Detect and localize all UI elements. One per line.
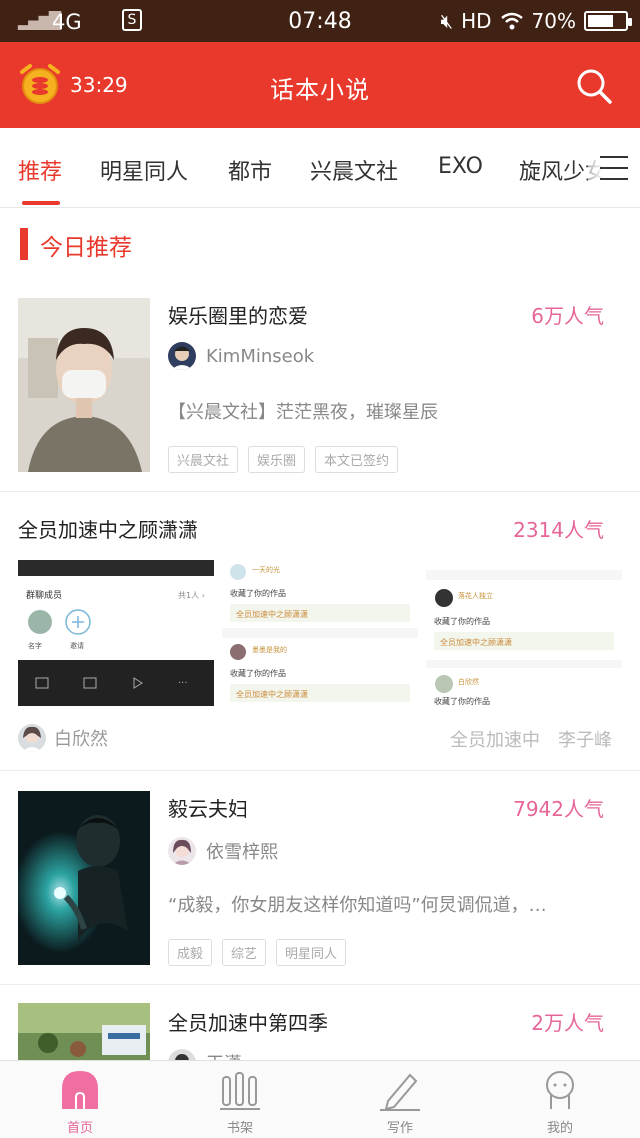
avatar[interactable] <box>168 342 196 370</box>
battery-percent: 70% <box>531 9 576 33</box>
svg-text:名字: 名字 <box>28 641 42 650</box>
battery-icon <box>584 11 632 31</box>
story-meta: 白欣然 全员加速中 李子峰 <box>18 724 622 754</box>
story-author[interactable]: KimMinseok <box>168 342 314 370</box>
story-author[interactable]: 依雪梓熙 <box>168 837 278 865</box>
svg-text:落花人独立: 落花人独立 <box>458 591 493 600</box>
svg-text:收藏了你的作品: 收藏了你的作品 <box>230 668 286 678</box>
status-right: 🔇︎ HD 70% <box>440 9 632 33</box>
story-cover[interactable] <box>18 1003 150 1060</box>
app-title: 话本小说 <box>270 76 370 104</box>
nav-label: 书架 <box>226 1121 253 1136</box>
svg-text:墨墨是我的: 墨墨是我的 <box>252 645 287 654</box>
svg-text:收藏了你的作品: 收藏了你的作品 <box>434 616 490 626</box>
story-cover[interactable] <box>18 791 150 965</box>
svg-text:全员加速中之顾潇潇: 全员加速中之顾潇潇 <box>440 637 512 647</box>
svg-text:白欣然: 白欣然 <box>458 677 479 686</box>
tab-star-fanfic[interactable]: 明星同人 <box>100 154 188 186</box>
popularity-count: 6万人气 <box>531 304 604 328</box>
popularity-count: 2314人气 <box>513 518 604 542</box>
tab-recommend[interactable]: 推荐 <box>18 154 62 186</box>
story-description: 【兴晨文社】茫茫黑夜，璀璨星辰 <box>168 402 438 423</box>
author-name: KimMinseok <box>206 345 315 367</box>
nav-bookshelf[interactable]: 书架 <box>160 1061 320 1138</box>
svg-text:全员加速中之顾潇潇: 全员加速中之顾潇潇 <box>236 689 308 699</box>
svg-text:群聊成员: 群聊成员 <box>26 589 62 601</box>
svg-text:收藏了你的作品: 收藏了你的作品 <box>230 588 286 598</box>
tag[interactable]: 李子峰 <box>558 726 612 752</box>
tag[interactable]: 综艺 <box>222 939 267 966</box>
wifi-icon <box>500 12 523 30</box>
tab-xingchen[interactable]: 兴晨文社 <box>310 154 398 186</box>
tab-urban[interactable]: 都市 <box>228 154 272 186</box>
nav-label: 写作 <box>386 1121 413 1136</box>
tag-list: 全员加速中 李子峰 <box>450 726 612 752</box>
svg-text:收藏了你的作品: 收藏了你的作品 <box>434 696 490 706</box>
mute-icon: 🔇︎ <box>440 9 454 33</box>
story-screenshot[interactable]: 群聊成员 共1人 › 名字 邀请 ··· <box>18 560 214 706</box>
story-card[interactable]: 娱乐圈里的恋爱 6万人气 KimMinseok 【兴晨文社】茫茫黑夜，璀璨星辰 … <box>0 278 640 492</box>
nav-label: 我的 <box>546 1121 573 1136</box>
tag[interactable]: 兴晨文社 <box>168 446 239 473</box>
svg-text:邀请: 邀请 <box>70 641 84 650</box>
author-name: 白欣然 <box>54 729 108 750</box>
section-accent-bar <box>20 228 28 260</box>
svg-text:一天的光: 一天的光 <box>252 565 280 574</box>
popularity-count: 7942人气 <box>513 797 604 821</box>
author-name: 玉潇 <box>206 1050 242 1060</box>
nav-home[interactable]: 首页 <box>0 1061 160 1138</box>
story-card[interactable]: 全员加速中之顾潇潇 2314人气 群聊成员 共1人 › 名字 邀请 ··· 一天… <box>0 492 640 771</box>
avatar[interactable] <box>168 837 196 865</box>
story-author[interactable]: 玉潇 <box>168 1049 242 1060</box>
popularity-count: 2万人气 <box>531 1011 604 1035</box>
story-title[interactable]: 全员加速中第四季 <box>168 1007 328 1036</box>
category-tabs: 推荐 明星同人 都市 兴晨文社 EXO 旋风少女 <box>0 128 640 208</box>
tag[interactable]: 全员加速中 <box>450 726 540 752</box>
avatar[interactable] <box>18 724 46 752</box>
app-header: 33:29 话本小说 <box>0 42 640 128</box>
story-cover[interactable] <box>18 298 150 472</box>
story-title[interactable]: 娱乐圈里的恋爱 <box>168 300 308 329</box>
story-title[interactable]: 毅云夫妇 <box>168 793 248 822</box>
active-tab-indicator <box>22 201 60 205</box>
home-icon <box>62 1071 98 1109</box>
tag[interactable]: 明星同人 <box>276 939 347 966</box>
avatar[interactable] <box>168 1049 196 1060</box>
search-icon[interactable] <box>574 66 614 106</box>
story-screenshot[interactable]: 一天的光 收藏了你的作品 全员加速中之顾潇潇 墨墨是我的 收藏了你的作品 全员加… <box>222 560 418 706</box>
story-card[interactable]: 全员加速中第四季 2万人气 玉潇 <box>0 985 640 1060</box>
svg-text:共1人 ›: 共1人 › <box>178 591 205 600</box>
story-author[interactable]: 白欣然 <box>18 724 108 752</box>
tag[interactable]: 成毅 <box>168 939 213 966</box>
section-header: 今日推荐 <box>0 208 640 278</box>
bottom-nav: 首页 书架 写作 我的 <box>0 1060 640 1138</box>
tag[interactable]: 娱乐圈 <box>248 446 306 473</box>
tag-list: 成毅 综艺 明星同人 <box>168 939 347 966</box>
tag[interactable]: 本文已签约 <box>315 446 399 473</box>
svg-text:全员加速中之顾潇潇: 全员加速中之顾潇潇 <box>236 609 308 619</box>
story-title[interactable]: 全员加速中之顾潇潇 <box>18 514 198 543</box>
hd-indicator: HD <box>461 9 492 33</box>
author-name: 依雪梓熙 <box>206 842 278 863</box>
tag-list: 兴晨文社 娱乐圈 本文已签约 <box>168 446 399 473</box>
pen-icon <box>380 1073 420 1111</box>
story-screenshot[interactable]: 落花人独立 收藏了你的作品 全员加速中之顾潇潇 白欣然 收藏了你的作品 <box>426 560 622 706</box>
profile-icon <box>546 1071 574 1109</box>
nav-label: 首页 <box>66 1121 93 1136</box>
tab-exo[interactable]: EXO <box>438 154 483 179</box>
nav-write[interactable]: 写作 <box>320 1061 480 1138</box>
status-bar: ▂▄▆█ 4G S 07:48 🔇︎ HD 70% <box>0 0 640 42</box>
nav-profile[interactable]: 我的 <box>480 1061 640 1138</box>
bookshelf-icon <box>220 1072 260 1110</box>
tabs-menu-icon[interactable] <box>588 128 640 207</box>
section-title: 今日推荐 <box>40 235 132 261</box>
battery-level <box>588 15 614 27</box>
story-description: “成毅，你女朋友这样你知道吗”何炅调侃道，… <box>168 895 547 916</box>
story-card[interactable]: 毅云夫妇 7942人气 依雪梓熙 “成毅，你女朋友这样你知道吗”何炅调侃道，… … <box>0 771 640 985</box>
svg-text:···: ··· <box>178 678 188 689</box>
